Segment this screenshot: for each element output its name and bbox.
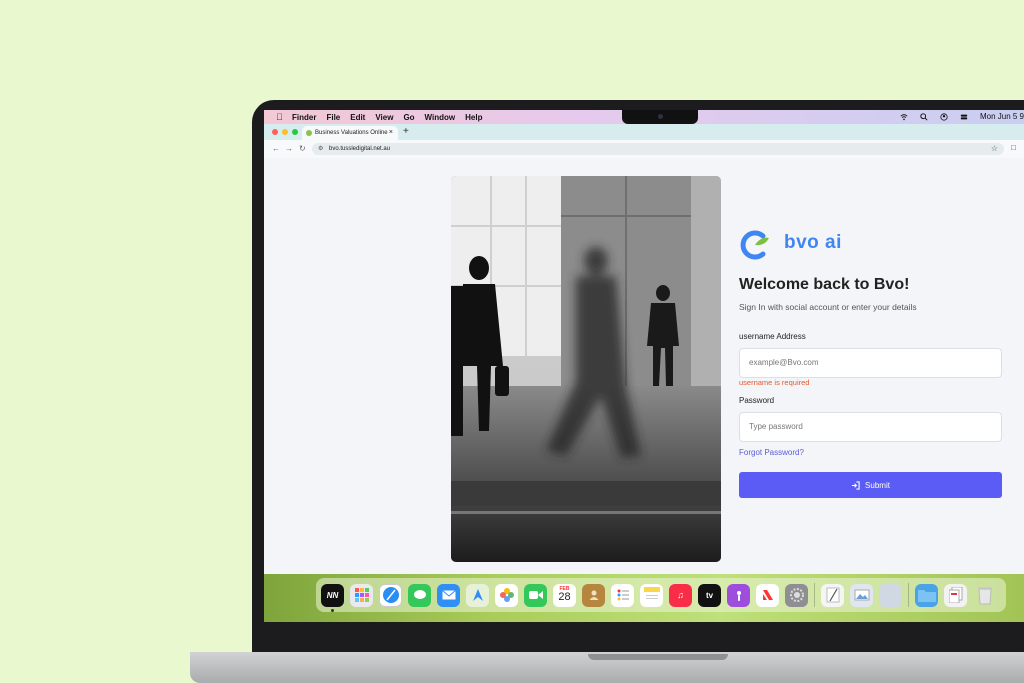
browser-toolbar: ← → ↻ ⚙ bvo.tussledigital.net.au ☆ □ [264,140,1024,159]
maximize-window-button[interactable] [292,129,298,135]
tab-title: Business Valuations Online [315,130,388,136]
dock-launchpad-icon[interactable] [350,583,373,607]
username-error: username is required [739,378,810,387]
dock-reminders-icon[interactable] [611,583,634,607]
dock-mail-icon[interactable] [437,583,460,607]
wifi-icon[interactable] [900,113,908,121]
street-photo [451,176,721,562]
bookmark-star-icon[interactable]: ☆ [991,144,998,153]
dock-notes-icon[interactable] [640,583,663,607]
address-bar[interactable]: ⚙ bvo.tussledigital.net.au ☆ [312,143,1004,155]
laptop-opening-notch [588,654,728,660]
forgot-password-link[interactable]: Forgot Password? [739,448,804,457]
desktop-wallpaper: NN FEB 28 ♫ tv [264,574,1024,622]
dock-system-settings-icon[interactable] [785,583,808,607]
dock-music-icon[interactable]: ♫ [669,583,692,607]
calendar-day: 28 [558,591,571,603]
tab-bar: Business Valuations Online × + [264,124,1024,140]
dock-podcasts-icon[interactable] [727,583,750,607]
menubar-clock[interactable]: Mon Jun 5 9 [980,112,1024,121]
dock-documents-icon[interactable] [944,583,967,607]
dock-calendar-icon[interactable]: FEB 28 [553,583,576,607]
site-info-icon[interactable]: ⚙ [318,145,323,152]
dock-appletv-icon[interactable]: tv [698,583,721,607]
dock-facetime-icon[interactable] [524,583,547,607]
dock-separator [814,583,815,607]
submit-label: Submit [865,480,890,490]
new-tab-icon[interactable]: + [403,126,409,137]
window-controls [272,129,298,135]
username-label: username Address [739,332,806,341]
password-input[interactable]: Type password [739,412,1002,442]
username-input[interactable]: example@Bvo.com [739,348,1002,378]
password-label: Password [739,396,775,405]
menu-app[interactable]: Finder [292,113,316,122]
dock-preview-icon[interactable] [850,583,873,607]
back-icon[interactable]: ← [272,144,280,153]
appletv-label: tv [705,590,714,600]
browser-tab[interactable]: Business Valuations Online × [302,126,398,140]
menu-go[interactable]: Go [403,113,414,122]
page-subtitle: Sign In with social account or enter you… [739,302,917,312]
screen:  Finder File Edit View Go Window Help M… [264,110,1024,622]
login-arrow-icon [851,480,860,490]
menu-view[interactable]: View [375,113,393,122]
dock-news-icon[interactable] [756,583,779,607]
user-account-icon[interactable] [940,112,948,121]
menu-window[interactable]: Window [425,113,456,122]
camera-notch [622,110,698,124]
brand-name: bvo ai [784,232,842,253]
url-text: bvo.tussledigital.net.au [329,146,391,152]
extensions-icon[interactable]: □ [1011,143,1016,152]
reload-icon[interactable]: ↻ [299,144,306,153]
dock-trash-icon[interactable] [973,584,996,607]
menu-help[interactable]: Help [465,113,482,122]
dock-separator-2 [908,583,909,607]
dock-window-icon[interactable] [879,583,902,607]
login-page: bvo ai Welcome back to Bvo! Sign In with… [264,158,1024,574]
control-center-icon[interactable] [960,113,968,121]
dock-safari-icon[interactable] [379,583,402,607]
close-tab-icon[interactable]: × [389,129,393,136]
bvo-logo-icon [740,230,769,260]
street-photo-image [451,176,721,562]
dock-textedit-icon[interactable] [821,583,844,607]
dock: NN FEB 28 ♫ tv [316,578,1006,612]
submit-button[interactable]: Submit [739,472,1002,498]
camera-icon [658,114,663,119]
dock-maps-icon[interactable] [466,583,489,607]
dock-folder-icon[interactable] [915,583,938,607]
menu-edit[interactable]: Edit [350,113,365,122]
search-icon[interactable] [920,112,928,121]
dock-app-custom-icon[interactable]: NN [321,583,344,612]
menu-file[interactable]: File [326,113,340,122]
apple-icon[interactable]:  [276,112,283,122]
page-title: Welcome back to Bvo! [739,276,910,293]
forward-icon[interactable]: → [285,144,293,153]
dock-contacts-icon[interactable] [582,583,605,607]
favicon-icon [306,130,312,136]
dock-messages-icon[interactable] [408,583,431,607]
close-window-button[interactable] [272,129,278,135]
dock-photos-icon[interactable] [495,583,518,607]
minimize-window-button[interactable] [282,129,288,135]
